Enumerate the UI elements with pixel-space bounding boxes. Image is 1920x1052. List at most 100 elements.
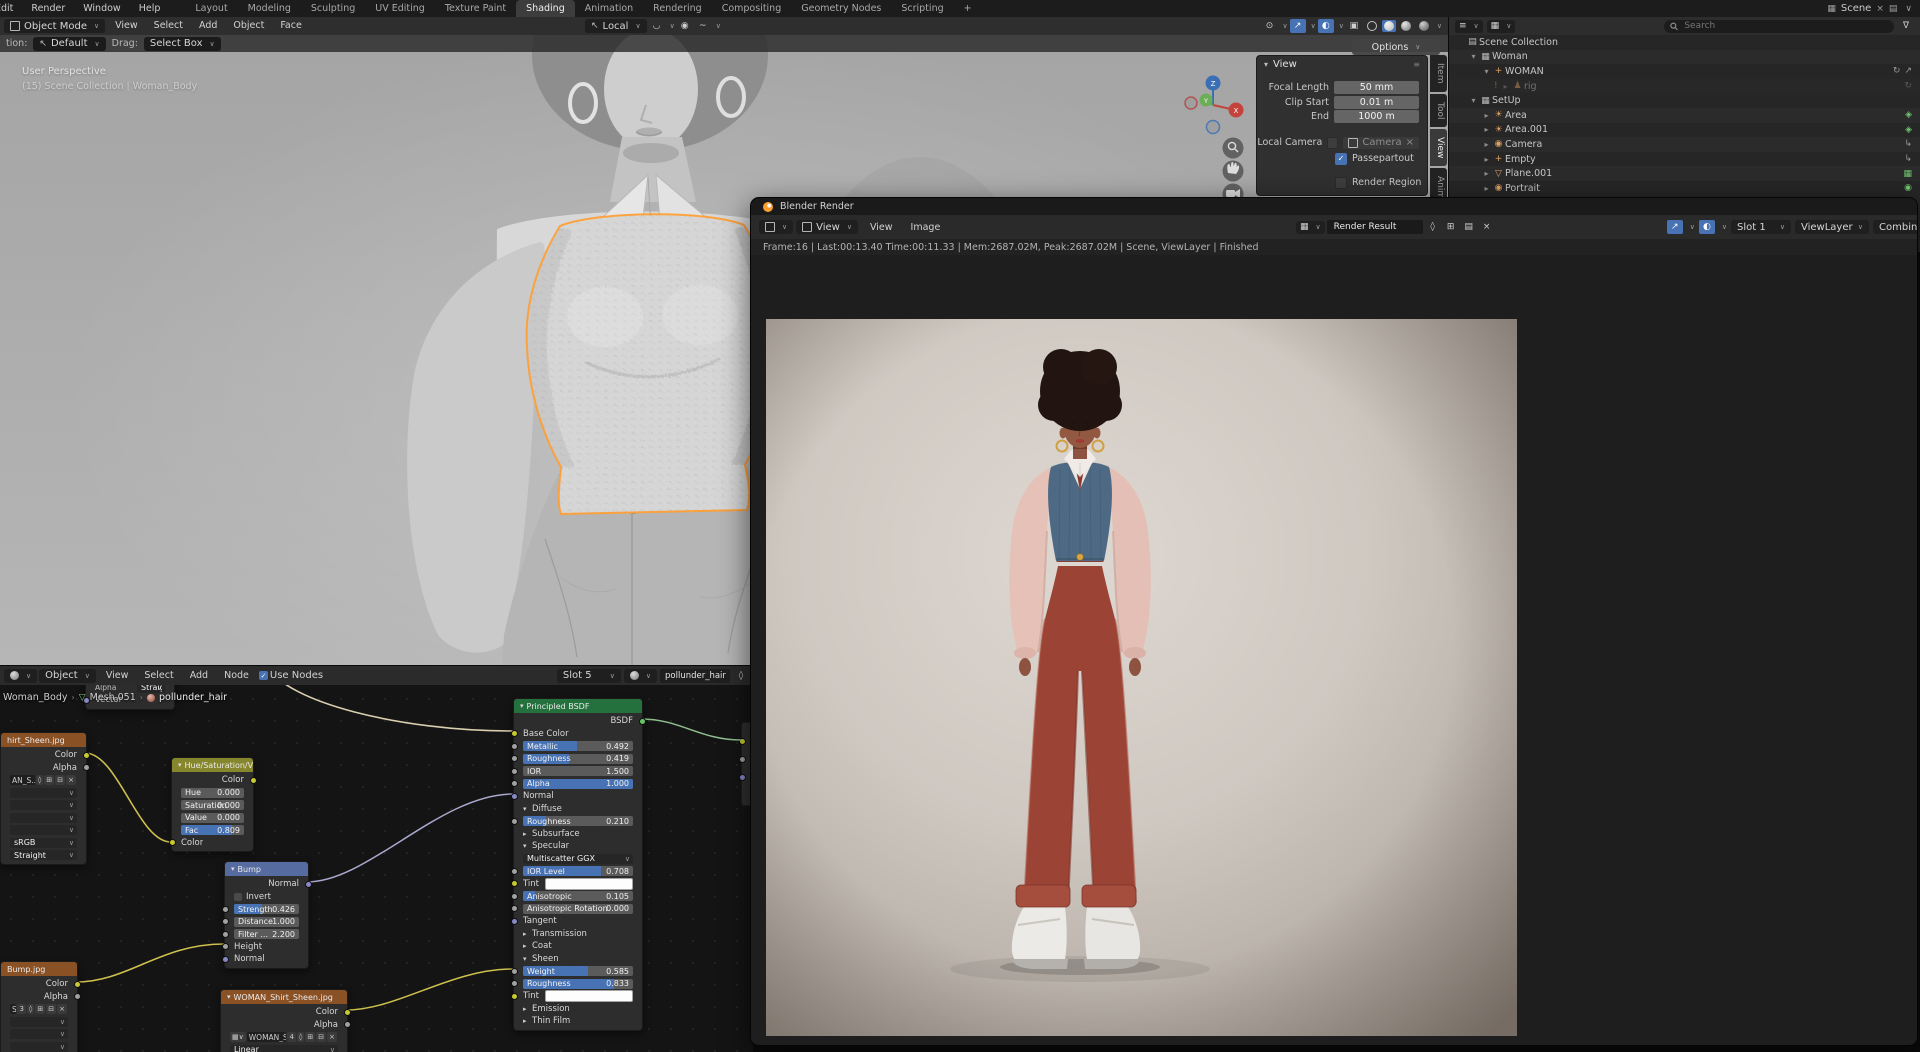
value-slider[interactable]: Anisotropic0.105 <box>523 891 633 901</box>
gray-socket[interactable] <box>511 905 518 912</box>
proportional-edit-icon[interactable]: ◉ <box>677 19 693 33</box>
copy-icon[interactable]: ⊞ <box>1443 220 1459 234</box>
gray-socket[interactable] <box>344 1021 351 1028</box>
outliner-row-area[interactable]: ▸☀Area◈ <box>1449 108 1920 123</box>
yellow-socket[interactable] <box>74 981 81 988</box>
chevron-down-icon[interactable]: ∨ <box>1690 223 1695 231</box>
fake-user-shield-icon[interactable]: ◊ <box>36 775 43 785</box>
workspace-tab[interactable]: Geometry Nodes <box>791 0 891 17</box>
filter-icon[interactable]: ∇ <box>1898 19 1914 33</box>
dropdown[interactable]: Linear∨ <box>230 1045 338 1052</box>
render-window-menu[interactable]: View <box>861 222 902 233</box>
fake-user-shield-icon[interactable]: ◊ <box>733 669 749 683</box>
topbar-menu[interactable]: Render <box>22 0 74 17</box>
breadcrumb-object[interactable]: Woman_Body <box>3 692 67 703</box>
overlays-toggle-icon[interactable]: ◐ <box>1699 220 1715 234</box>
render-pass-dropdown[interactable]: Combined <box>1873 220 1918 234</box>
topbar-menu[interactable]: Edit <box>0 0 22 17</box>
section-toggle[interactable]: ▸ <box>523 942 532 950</box>
outliner-row-area-001[interactable]: ▸☀Area.001◈ <box>1449 123 1920 138</box>
clear-icon[interactable]: × <box>1406 137 1414 148</box>
section-toggle[interactable]: ▸ <box>523 1005 532 1013</box>
value-slider[interactable]: Roughness0.419 <box>523 754 633 764</box>
value-slider[interactable]: Weight0.585 <box>523 966 633 976</box>
fake-user-shield-icon[interactable]: ◊ <box>297 1032 304 1042</box>
fake-user-shield-icon[interactable]: ◊ <box>27 1004 34 1014</box>
node-bump[interactable]: ▾BumpNormalInvertStrength0.426Distance1.… <box>224 861 309 969</box>
workspace-tab[interactable]: Compositing <box>712 0 792 17</box>
workspace-tab[interactable]: Scripting <box>891 0 953 17</box>
node-editor-menu[interactable]: Select <box>136 666 181 685</box>
image-name[interactable]: S... <box>10 1004 16 1014</box>
gray-socket[interactable] <box>222 943 229 950</box>
gizmo-visibility-icon[interactable]: ⊙ <box>1262 19 1278 33</box>
section-toggle[interactable]: ▸ <box>523 830 532 838</box>
node-image-shirt-sheen-clipped[interactable]: hirt_Sheen.jpgColorAlphaAN_S...◊⊞⊟×∨∨∨∨s… <box>0 732 87 865</box>
chevron-down-icon[interactable]: ∨ <box>1283 22 1288 30</box>
constraint-icon[interactable]: ↻ <box>1893 66 1901 76</box>
value-slider[interactable]: Roughness0.210 <box>523 816 633 826</box>
workspace-tab[interactable]: Shading <box>516 0 575 17</box>
vector-socket[interactable] <box>222 956 229 963</box>
dropdown-clipped[interactable]: ∨ <box>10 1017 68 1027</box>
outliner-row-woman[interactable]: ▾▦Woman <box>1449 50 1920 65</box>
clip-end-field[interactable]: 1000 m <box>1334 110 1419 123</box>
close-icon[interactable]: × <box>1479 220 1495 234</box>
outliner-row-setup[interactable]: ▾▦SetUp <box>1449 93 1920 108</box>
dropdown-clipped[interactable]: ∨ <box>10 788 77 798</box>
dropdown[interactable]: Straight∨ <box>10 850 77 860</box>
editor-type-button[interactable]: ∨ <box>4 669 37 683</box>
expander-icon[interactable]: ▾ <box>1481 67 1492 76</box>
drag-mode-dropdown[interactable]: Select Box ∨ <box>144 37 221 51</box>
filter-type-dropdown[interactable]: ▦∨ <box>1487 20 1516 33</box>
copy-icon[interactable]: ⊞ <box>35 1004 45 1014</box>
yellow-socket[interactable] <box>169 839 176 846</box>
browse-material-button[interactable]: ∨ <box>624 669 657 683</box>
shader-node-editor[interactable]: Color SpacesRGB∨AlphaStraight∨Vectorhirt… <box>0 666 753 1052</box>
section-toggle[interactable]: ▾ <box>523 955 532 963</box>
browse-image-button[interactable]: ▦∨ <box>1296 221 1325 234</box>
unlink-icon[interactable]: × <box>57 1004 67 1014</box>
pack-icon[interactable]: ⊟ <box>316 1032 326 1042</box>
tool-default-dropdown[interactable]: ↖ Default ∨ <box>33 37 105 51</box>
slot-dropdown[interactable]: Slot 1 ∨ <box>1731 220 1791 234</box>
value-slider[interactable]: Fac0.809 <box>181 825 244 835</box>
yellow-socket[interactable] <box>250 777 257 784</box>
section-toggle[interactable]: ▸ <box>523 930 532 938</box>
section-toggle[interactable]: ▾ <box>523 842 532 850</box>
value-slider[interactable]: Metallic0.492 <box>523 741 633 751</box>
chevron-down-icon[interactable]: ∨ <box>1339 22 1344 30</box>
collapse-icon[interactable]: ▾ <box>520 702 524 710</box>
value-slider[interactable]: Hue0.000 <box>181 788 244 798</box>
chevron-down-icon[interactable]: ∨ <box>1722 223 1727 231</box>
unlink-icon[interactable]: × <box>327 1032 337 1042</box>
value-slider[interactable]: Value0.000 <box>181 813 244 823</box>
editor-type-button[interactable]: ∨ <box>759 220 793 234</box>
image-browse-icon[interactable]: ▦∨ <box>230 1032 246 1042</box>
clip-start-field[interactable]: 0.01 m <box>1334 96 1419 109</box>
shading-rendered-icon[interactable] <box>1416 19 1432 33</box>
expander-icon[interactable]: ▸ <box>1481 184 1492 193</box>
mode-selector[interactable]: Object Mode ∨ <box>4 19 105 33</box>
sidebar-tab[interactable]: Tool <box>1430 94 1447 127</box>
dropdown[interactable]: sRGB∨ <box>10 838 77 848</box>
view-panel-header[interactable]: ▾ View ≡ <box>1257 56 1427 72</box>
image-name[interactable]: WOMAN_S... <box>247 1032 287 1042</box>
shading-wireframe-icon[interactable] <box>1364 19 1380 33</box>
expander-icon[interactable]: ▸ <box>1481 155 1492 164</box>
value-slider[interactable]: IOR1.500 <box>523 766 633 776</box>
chevron-down-icon[interactable]: ∨ <box>1437 22 1442 30</box>
render-image-area[interactable] <box>751 255 1917 1045</box>
workspace-tab[interactable]: Texture Paint <box>435 0 516 17</box>
render-window[interactable]: Blender Render ∨ View ∨ ViewImage ▦∨ Ren… <box>750 197 1918 1046</box>
image-name[interactable]: AN_S... <box>10 775 35 785</box>
viewport-menu[interactable]: Select <box>146 17 191 35</box>
shading-solid-icon[interactable] <box>1382 20 1396 32</box>
color-swatch[interactable] <box>545 878 633 890</box>
yellow-socket[interactable] <box>344 1009 351 1016</box>
render-result-name[interactable]: Render Result <box>1327 220 1423 234</box>
workspace-tab[interactable]: + <box>954 0 982 17</box>
gizmos-toggle-icon[interactable]: ↗ <box>1290 19 1306 33</box>
dropdown-clipped[interactable]: ∨ <box>10 813 77 823</box>
local-camera-checkbox[interactable] <box>1327 137 1338 149</box>
